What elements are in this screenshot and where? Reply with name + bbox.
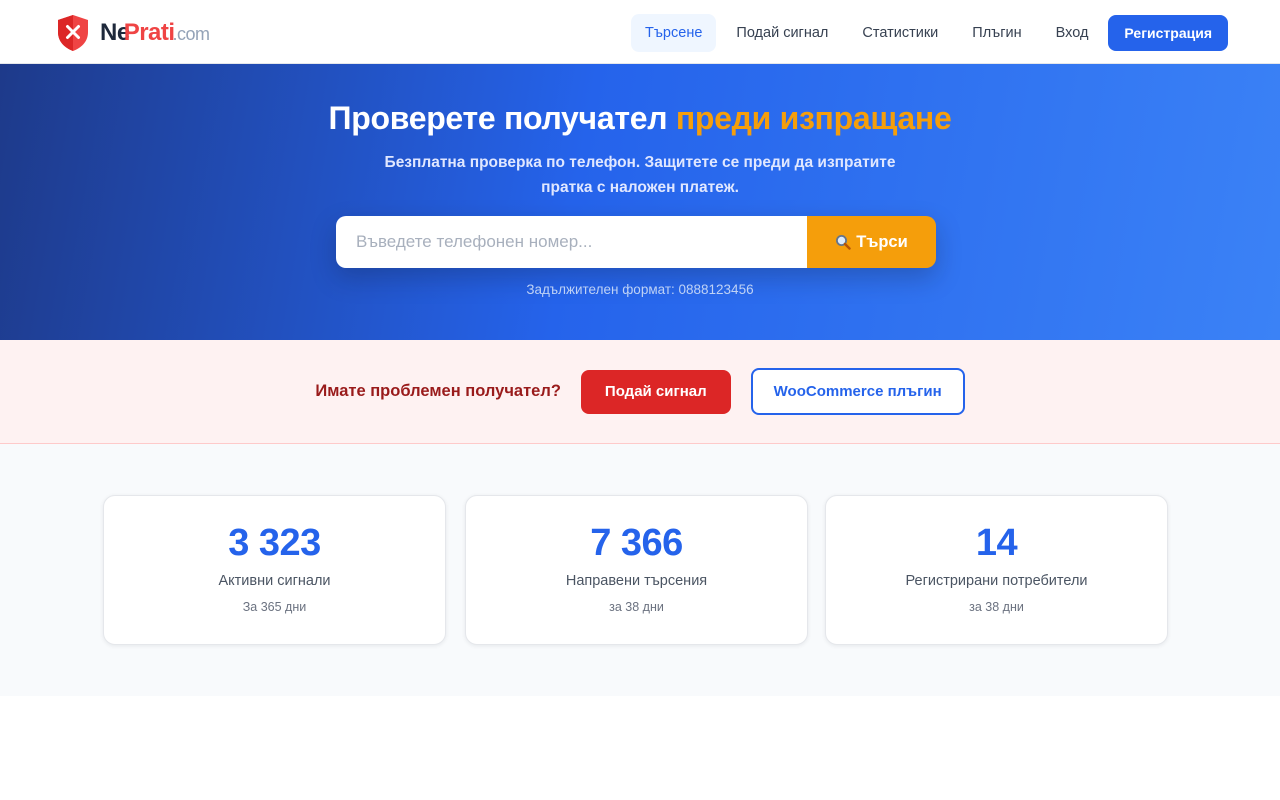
stat-period: За 365 дни [242,600,307,614]
search-bar: Търси [336,216,936,268]
site-header: Ne Prati .com Търсене Подай сигнал Стати… [0,0,1280,64]
main-nav: Търсене Подай сигнал Статистики Плъгин В… [625,14,1228,52]
nav-statistics[interactable]: Статистики [848,14,952,52]
stat-period: за 38 дни [609,600,664,614]
nav-report[interactable]: Подай сигнал [722,14,842,52]
site-name-part2: Prati [123,19,175,46]
stat-card-users: 14 Регистрирани потребители за 38 дни [825,495,1168,645]
report-signal-button[interactable]: Подай сигнал [580,369,731,414]
stat-card-searches: 7 366 Направени търсения за 38 дни [465,495,808,645]
hero-section: Проверете получател преди изпращане Безп… [0,64,1280,340]
nav-login[interactable]: Вход [1042,14,1103,52]
stat-label: Направени търсения [565,573,708,589]
register-button[interactable]: Регистрация [1108,15,1228,51]
phone-format-hint: Задължителен формат: 0888123456 [526,282,754,297]
stat-label: Регистрирани потребители [905,573,1088,589]
stat-value: 3 323 [228,522,321,564]
phone-search-input[interactable] [336,216,807,268]
site-name-domain: .com [172,24,211,44]
woocommerce-plugin-button[interactable]: WooCommerce плъгин [750,368,965,415]
hero-title-main: Проверете получател [328,100,668,136]
search-button-label: Търси [856,232,908,251]
search-button[interactable]: Търси [807,216,936,268]
magnifier-icon [836,235,851,250]
stat-value: 7 366 [590,522,683,564]
stat-value: 14 [975,522,1018,564]
site-name: Ne Prati .com [100,21,210,45]
hero-subtitle: Безплатна проверка по телефон. Защитете … [384,154,896,196]
stat-card-signals: 3 323 Активни сигнали За 365 дни [103,495,446,645]
nav-search[interactable]: Търсене [631,14,717,52]
stat-label: Активни сигнали [218,573,331,589]
report-banner: Имате проблемен получател? Подай сигнал … [0,340,1280,444]
shield-x-icon [58,15,88,51]
nav-plugin[interactable]: Плъгин [958,14,1035,52]
hero-title-accent: преди изпращане [675,100,952,136]
site-logo[interactable]: Ne Prati .com [56,13,210,53]
report-question: Имате проблемен получател? [315,382,561,400]
stat-period: за 38 дни [969,600,1024,614]
stats-section: 3 323 Активни сигнали За 365 дни 7 366 Н… [0,444,1280,696]
hero-title: Проверете получател преди изпращане [0,100,1280,137]
